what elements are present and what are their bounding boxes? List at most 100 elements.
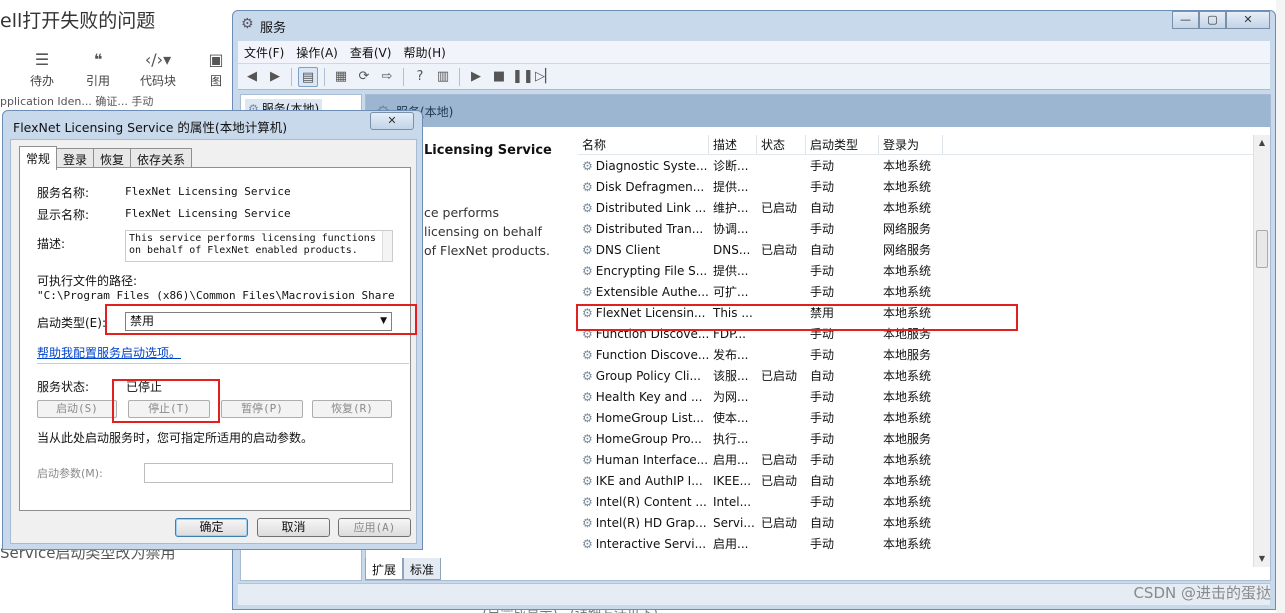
cell-state: 已启动 — [761, 243, 798, 257]
ok-button[interactable]: 确定 — [175, 518, 248, 537]
apply-button[interactable]: 应用(A) — [338, 518, 411, 537]
highlight-startup-type — [105, 304, 417, 335]
service-name-value: FlexNet Licensing Service — [125, 185, 291, 198]
window-controls: — ▢ ✕ — [1172, 11, 1270, 29]
table-row[interactable]: ⚙ Function Discove... 发布... 手动 本地服务 — [578, 344, 1268, 365]
cell-start: 自动 — [810, 369, 835, 383]
minimize-button[interactable]: — — [1172, 11, 1199, 29]
cell-state: 已启动 — [761, 516, 798, 530]
table-row[interactable]: ⚙ HomeGroup List... 使本... 手动 本地系统 — [578, 407, 1268, 428]
todo-tool[interactable]: ☰ 待办 — [12, 48, 72, 89]
table-row[interactable]: ⚙ Intel(R) HD Grap... Servi... 已启动 自动 本地系统 — [578, 512, 1268, 533]
table-scrollbar[interactable]: ▲ ▼ — [1253, 135, 1270, 567]
details-icon[interactable]: ▥ — [433, 67, 453, 87]
service-status-label: 服务状态: — [37, 380, 90, 394]
table-row[interactable]: ⚙ IKE and AuthIP I... IKEE... 已启动 自动 本地系统 — [578, 470, 1268, 491]
menu-action[interactable]: 操作(A) — [290, 44, 344, 61]
table-row[interactable]: ⚙ Group Policy Cli... 该服... 已启动 自动 本地系统 — [578, 365, 1268, 386]
forward-icon[interactable]: ▶ — [265, 67, 285, 87]
cell-start: 手动 — [810, 159, 835, 173]
scroll-up-icon[interactable]: ▲ — [1254, 135, 1270, 151]
services-titlebar[interactable]: ⚙ 服务 — ▢ ✕ — [233, 11, 1275, 39]
cell-desc: Servi... — [713, 515, 755, 530]
column-header-startup-type[interactable]: 启动类型 — [806, 135, 879, 154]
help-configure-link[interactable]: 帮助我配置服务启动选项。 — [37, 344, 181, 361]
services-main-pane: ⚙ 服务(本地) Licensing Service ce performs l… — [365, 94, 1271, 581]
image-tool-label: 图 — [209, 74, 222, 88]
service-name: Distributed Link ... — [595, 200, 707, 215]
cell-name: ⚙ Encrypting File S... — [578, 264, 709, 278]
stop-icon[interactable]: ■ — [489, 67, 509, 87]
play-icon[interactable]: ▶ — [466, 67, 486, 87]
menu-help[interactable]: 帮助(H) — [397, 44, 451, 61]
tab-extended[interactable]: 扩展 — [365, 558, 404, 580]
cell-logon: 本地系统 — [883, 516, 932, 530]
cell-logon: 本地系统 — [883, 411, 932, 425]
pause-icon[interactable]: ❚❚ — [512, 67, 534, 87]
table-row[interactable]: ⚙ HomeGroup Pro... 执行... 手动 本地服务 — [578, 428, 1268, 449]
table-row[interactable]: ⚙ Extensible Authe... 可扩... 手动 本地系统 — [578, 281, 1268, 302]
cell-start: 手动 — [810, 453, 835, 467]
gear-icon: ⚙ — [582, 515, 593, 530]
table-row[interactable]: ⚙ Encrypting File S... 提供... 手动 本地系统 — [578, 260, 1268, 281]
scroll-down-icon[interactable]: ▼ — [1254, 551, 1270, 567]
description-scrollbar[interactable] — [382, 231, 392, 261]
table-row[interactable]: ⚙ Human Interface... 启用... 已启动 手动 本地系统 — [578, 449, 1268, 470]
background-scrollbar[interactable] — [1276, 0, 1285, 613]
console-icon[interactable]: ▤ — [298, 66, 318, 87]
table-row[interactable]: ⚙ Disk Defragmen... 提供... 手动 本地系统 — [578, 176, 1268, 197]
column-header-status[interactable]: 状态 — [757, 135, 806, 154]
cell-name: ⚙ Intel(R) Content ... — [578, 495, 709, 509]
image-tool[interactable]: ▣ 图 — [196, 48, 236, 89]
scroll-thumb[interactable] — [1256, 230, 1268, 268]
divider — [37, 363, 409, 364]
gear-icon: ⚙ — [582, 389, 593, 404]
properties-icon[interactable]: ▦ — [331, 67, 351, 87]
service-name: HomeGroup List... — [595, 410, 704, 425]
code-block-tool[interactable]: ‹/›▾ 代码块 — [128, 48, 188, 89]
column-header-logon-as[interactable]: 登录为 — [879, 135, 943, 154]
tab-standard[interactable]: 标准 — [403, 558, 442, 580]
description-field[interactable]: This service performs licensing function… — [125, 230, 393, 262]
export-icon[interactable]: ⇨ — [377, 67, 397, 87]
table-row[interactable]: ⚙ Distributed Link ... 维护... 已启动 自动 本地系统 — [578, 197, 1268, 218]
dialog-close-button[interactable]: ✕ — [370, 112, 414, 130]
table-row[interactable]: ⚙ DNS Client DNS... 已启动 自动 网络服务 — [578, 239, 1268, 260]
gear-icon: ⚙ — [582, 179, 593, 194]
close-button[interactable]: ✕ — [1226, 11, 1270, 29]
tab-general[interactable]: 常规 — [19, 146, 58, 170]
column-header-name[interactable]: 名称 — [578, 135, 709, 154]
start-button[interactable]: 启动(S) — [37, 400, 117, 418]
start-params-input[interactable] — [144, 463, 393, 483]
back-icon[interactable]: ◀ — [242, 67, 262, 87]
gear-icon: ⚙ — [582, 284, 593, 299]
help-icon[interactable]: ? — [410, 67, 430, 87]
table-row[interactable]: ⚙ Distributed Tran... 协调... 手动 网络服务 — [578, 218, 1268, 239]
resume-button[interactable]: 恢复(R) — [312, 400, 392, 418]
table-row[interactable]: ⚙ Intel(R) Content ... Intel... 手动 本地系统 — [578, 491, 1268, 512]
maximize-button[interactable]: ▢ — [1199, 11, 1226, 29]
cell-name: ⚙ Health Key and ... — [578, 390, 709, 404]
cell-start: 手动 — [810, 537, 835, 551]
selected-service-title: Licensing Service — [424, 143, 552, 158]
column-header-description[interactable]: 描述 — [709, 135, 757, 154]
quote-tool[interactable]: ❝ 引用 — [68, 48, 128, 89]
cell-desc: Intel... — [713, 494, 752, 509]
table-row[interactable]: ⚙ Diagnostic Syste... 诊断... 手动 本地系统 — [578, 155, 1268, 176]
services-window-title: 服务 — [260, 21, 287, 36]
menu-file[interactable]: 文件(F) — [238, 44, 290, 61]
table-row[interactable]: ⚙ Interactive Servi... 启用... 手动 本地系统 — [578, 533, 1268, 554]
cell-desc: 使本... — [713, 411, 749, 425]
cancel-button[interactable]: 取消 — [257, 518, 330, 537]
dialog-body: 常规 登录 恢复 依存关系 服务名称: FlexNet Licensing Se… — [10, 139, 417, 544]
restart-icon[interactable]: ▷▏ — [535, 67, 555, 87]
table-header: 名称 描述 状态 启动类型 登录为 — [578, 135, 1268, 155]
cell-desc: 为网... — [713, 390, 749, 404]
pause-button[interactable]: 暂停(P) — [221, 400, 303, 418]
service-name: Health Key and ... — [595, 389, 703, 404]
refresh-icon[interactable]: ⟳ — [354, 67, 374, 87]
cell-logon: 本地服务 — [883, 348, 932, 362]
quote-tool-label: 引用 — [85, 74, 110, 88]
table-row[interactable]: ⚙ Health Key and ... 为网... 手动 本地系统 — [578, 386, 1268, 407]
menu-view[interactable]: 查看(V) — [344, 44, 398, 61]
